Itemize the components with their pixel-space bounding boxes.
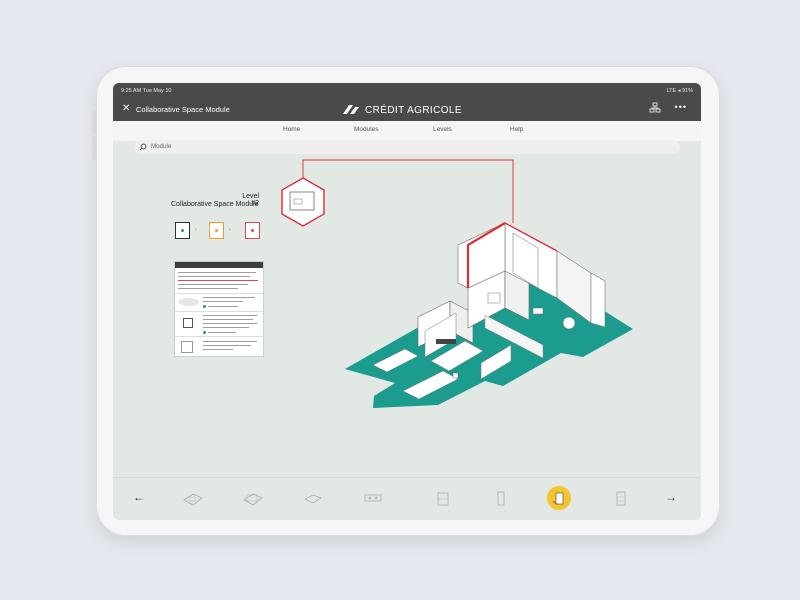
callout-line <box>302 159 514 223</box>
thumbnail-level-5[interactable] <box>431 486 455 510</box>
app-screen: 9:25 AM Tue May 10 LTE ◂ 91% ✕ Collabora… <box>113 83 701 520</box>
thumbnail-level-7-active[interactable] <box>547 486 571 510</box>
thumbnail-level-3[interactable] <box>301 486 325 510</box>
previous-arrow-icon[interactable]: ← <box>133 490 145 504</box>
isometric-floorplan[interactable] <box>113 83 701 520</box>
next-arrow-icon[interactable]: → <box>665 490 677 504</box>
thumbnail-level-6[interactable] <box>489 486 513 510</box>
thumbnail-level-1[interactable] <box>181 486 205 510</box>
module-carousel: ← → <box>113 477 701 520</box>
thumbnail-level-2[interactable] <box>241 486 265 510</box>
thumbnail-level-8[interactable] <box>609 486 633 510</box>
thumbnail-level-4[interactable] <box>361 486 385 510</box>
zoom-callout-hexagon <box>281 177 325 227</box>
